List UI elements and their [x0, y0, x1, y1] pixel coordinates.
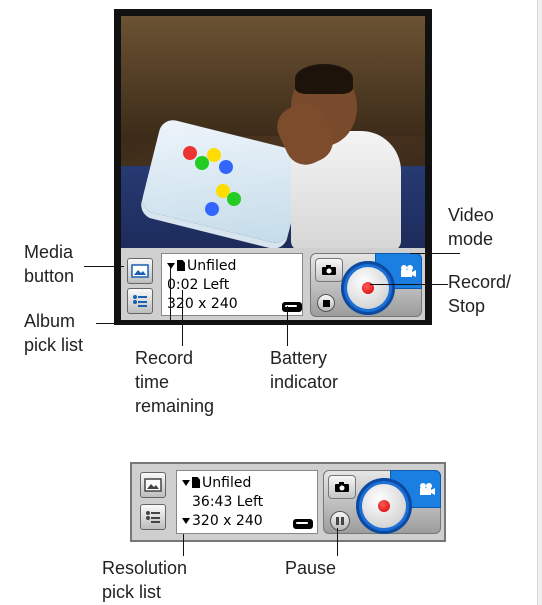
pause-icon [336, 517, 344, 525]
album-name: Unfiled [187, 258, 237, 274]
record-stop-button[interactable] [341, 261, 395, 315]
callout-media-button: Media button [24, 242, 75, 286]
time-remaining: 36:43 Left [192, 494, 264, 510]
video-camera-icon [401, 265, 416, 277]
record-icon [378, 500, 390, 512]
camera-screen: Unfiled 0:02 Left 320 x 240 [114, 9, 432, 325]
callout-pause: Pause [285, 558, 337, 578]
photo-mode-tab[interactable] [315, 258, 343, 282]
chevron-down-icon [182, 518, 190, 524]
sd-card-icon [192, 477, 200, 488]
media-button[interactable] [127, 258, 153, 284]
callout-album-pick-list: Album pick list [24, 311, 84, 355]
capture-controls [323, 470, 441, 534]
resolution-label: 320 x 240 [167, 296, 238, 312]
album-list-icon [133, 295, 147, 307]
battery-icon [282, 302, 302, 312]
time-remaining: 0:02 Left [167, 277, 230, 293]
media-button[interactable] [140, 472, 166, 498]
album-pick-list[interactable]: Unfiled [167, 257, 236, 276]
callout-record-time: Record time remaining [135, 348, 215, 416]
album-list-button[interactable] [140, 504, 166, 530]
media-icon [144, 478, 162, 492]
album-list-icon [146, 511, 160, 523]
video-camera-icon [420, 483, 435, 495]
callout-video-mode: Video mode [448, 205, 494, 249]
record-stop-button[interactable] [356, 478, 412, 534]
chevron-down-icon [167, 263, 175, 269]
sd-card-icon [177, 260, 185, 271]
callout-record-stop: Record/ Stop [448, 272, 512, 316]
stop-icon [322, 299, 330, 307]
photo-mode-tab[interactable] [328, 475, 356, 499]
page-edge-rule [537, 0, 542, 605]
album-list-button[interactable] [127, 288, 153, 314]
stop-button[interactable] [317, 294, 335, 312]
camera-icon [335, 482, 349, 492]
camera-icon [322, 265, 336, 275]
album-pick-list[interactable]: Unfiled [182, 474, 251, 493]
chevron-down-icon [182, 480, 190, 486]
capture-controls [310, 253, 422, 317]
resolution-label: 320 x 240 [192, 513, 263, 529]
callout-battery: Battery indicator [270, 348, 339, 392]
pause-button[interactable] [330, 511, 350, 531]
battery-icon [293, 519, 313, 529]
camera-toolbar-paused: Unfiled 36:43 Left 320 x 240 [130, 462, 446, 542]
resolution-pick-list[interactable]: 320 x 240 [182, 512, 263, 531]
video-preview [121, 16, 425, 248]
callout-resolution-pick-list: Resolution pick list [102, 558, 188, 602]
media-icon [131, 264, 149, 278]
recording-info-box: Unfiled 36:43 Left 320 x 240 [176, 470, 318, 534]
album-name: Unfiled [202, 475, 252, 491]
